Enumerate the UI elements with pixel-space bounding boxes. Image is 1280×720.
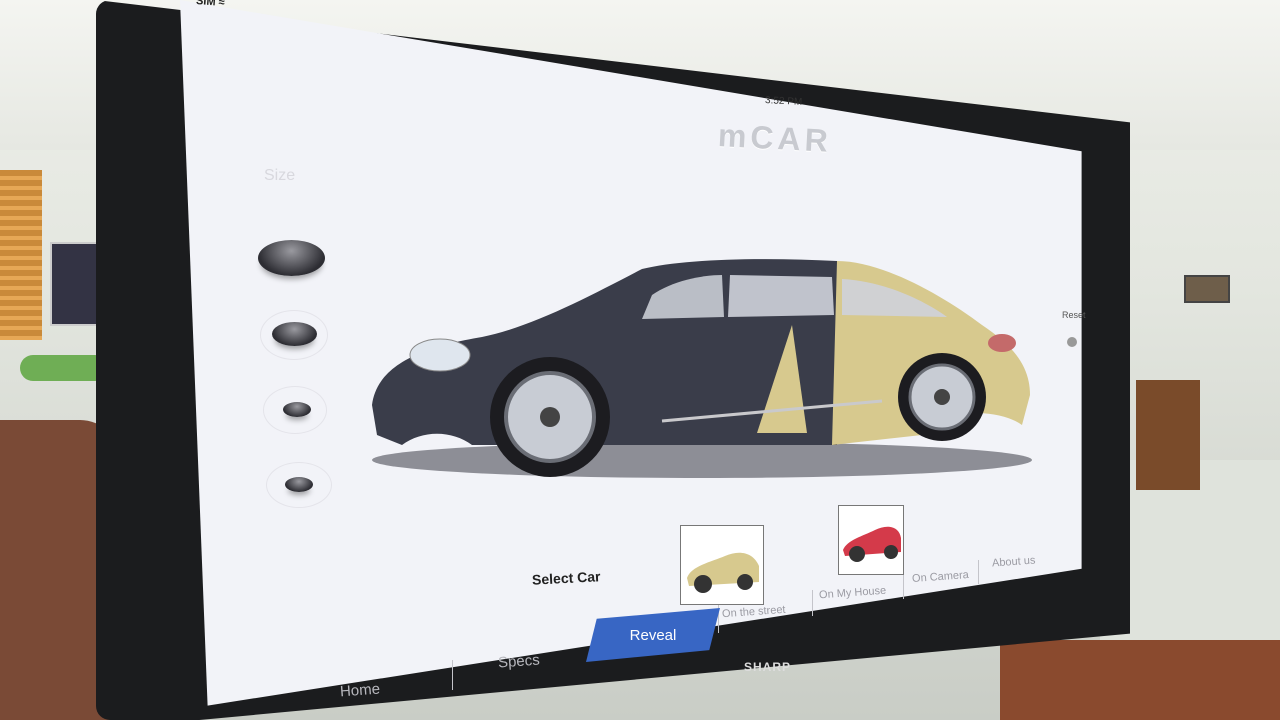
monitor-brand: SHARP <box>744 660 792 674</box>
nav-divider <box>452 660 453 690</box>
car-headlight <box>409 338 471 372</box>
tab-divider <box>903 575 904 599</box>
reset-label: Reset <box>1062 310 1086 320</box>
size-button-small[interactable] <box>285 477 313 492</box>
car-thumbnail-gold-icon <box>687 552 759 593</box>
car-illustration[interactable] <box>362 255 1042 495</box>
reset-button[interactable] <box>1067 337 1077 347</box>
status-time: 3:52 PM <box>764 95 803 108</box>
car-hub-front <box>540 407 560 427</box>
carrier-label: SIM <box>195 0 216 9</box>
app-title: mCAR <box>717 117 833 159</box>
size-button-medium[interactable] <box>283 402 311 417</box>
size-button-xl[interactable] <box>258 240 325 276</box>
desk <box>1136 380 1200 490</box>
wifi-icon: ≈ <box>218 0 226 9</box>
plant <box>20 355 108 381</box>
tab-divider <box>978 560 979 584</box>
car-taillight <box>988 334 1016 352</box>
car-thumbnail-red[interactable] <box>838 505 904 575</box>
window-blind <box>0 170 42 340</box>
size-label: Size <box>264 167 296 184</box>
car-thumbnail-red-icon <box>843 526 901 562</box>
table-surface <box>1000 640 1280 720</box>
car-thumbnail-gold[interactable] <box>680 525 764 605</box>
size-button-large[interactable] <box>272 322 317 346</box>
wall-frame <box>1184 275 1230 303</box>
tab-divider <box>812 590 813 616</box>
car-hub-rear <box>934 389 950 405</box>
nav-home[interactable]: Home <box>339 681 380 701</box>
car-window-rear <box>728 275 834 317</box>
nav-specs[interactable]: Specs <box>497 652 540 672</box>
car-shadow <box>372 442 1032 478</box>
